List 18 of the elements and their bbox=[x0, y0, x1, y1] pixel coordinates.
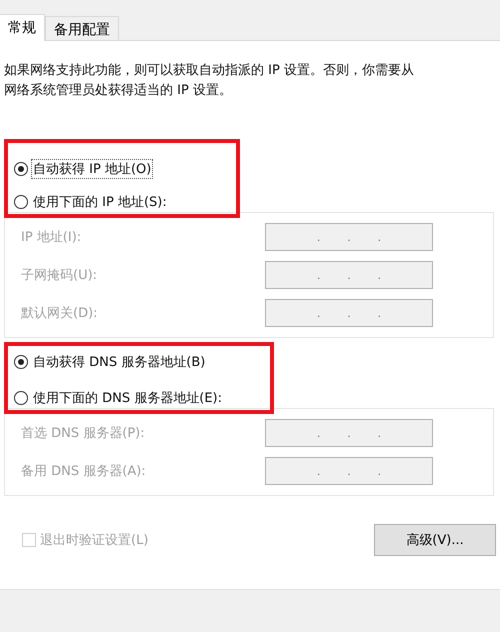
radio-button[interactable] bbox=[14, 355, 28, 369]
radio-button[interactable] bbox=[14, 391, 28, 405]
field-label: 子网掩码(U): bbox=[21, 267, 98, 284]
advanced-button[interactable]: 高级(V)... bbox=[374, 524, 496, 556]
radio-label[interactable]: 使用下面的 DNS 服务器地址(E): bbox=[31, 388, 224, 408]
field-label: IP 地址(I): bbox=[21, 229, 82, 246]
radio-button[interactable] bbox=[14, 162, 28, 176]
tab[interactable]: 常规 bbox=[0, 14, 45, 41]
radio-label[interactable]: 自动获得 IP 地址(O) bbox=[31, 159, 154, 179]
radio-label[interactable]: 自动获得 DNS 服务器地址(B) bbox=[31, 352, 208, 372]
checkbox-label: 退出时验证设置(L) bbox=[40, 532, 148, 549]
description-text: 如果网络支持此功能，则可以获取自动指派的 IP 设置。否则，你需要从网络系统管理员处获得适当的 IP 设置。 bbox=[4, 62, 414, 100]
field-label: 首选 DNS 服务器(P): bbox=[21, 425, 145, 442]
field-label: 默认网关(D): bbox=[21, 305, 98, 322]
radio-label[interactable]: 使用下面的 IP 地址(S): bbox=[31, 192, 169, 212]
tab[interactable]: 备用配置 bbox=[45, 16, 119, 40]
field-label: 备用 DNS 服务器(A): bbox=[21, 463, 146, 480]
radio-button[interactable] bbox=[14, 195, 28, 209]
